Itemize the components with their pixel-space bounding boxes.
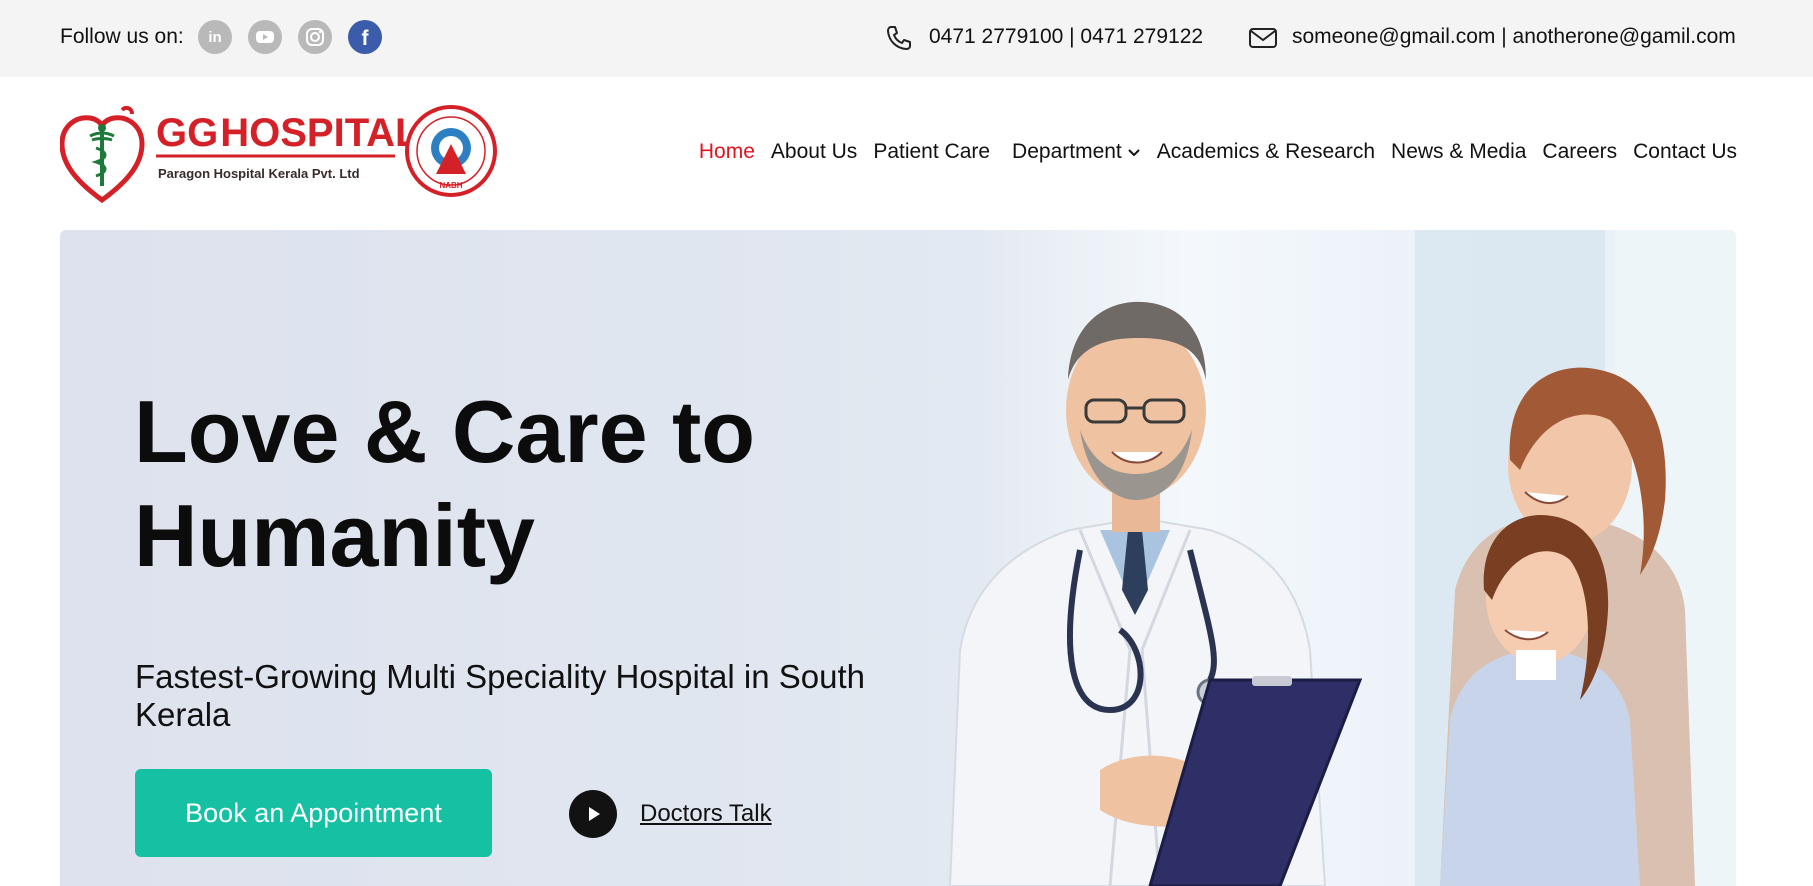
mail-icon bbox=[1248, 26, 1278, 55]
svg-text:in: in bbox=[208, 29, 221, 46]
nav-about-us[interactable]: About Us bbox=[771, 140, 857, 164]
hero-banner: Love & Care to Humanity Fastest-Growing … bbox=[60, 230, 1736, 886]
main-nav: Home About Us Patient Care Department Ac… bbox=[683, 140, 1737, 164]
chevron-down-icon bbox=[1127, 140, 1141, 164]
play-icon[interactable] bbox=[569, 790, 617, 838]
phone-numbers[interactable]: 0471 2779100 | 0471 279122 bbox=[929, 25, 1203, 49]
hospital-logo[interactable]: GGHOSPITAL Paragon Hospital Kerala Pvt. … bbox=[59, 104, 500, 204]
nav-news-media[interactable]: News & Media bbox=[1391, 140, 1526, 164]
nav-contact-us[interactable]: Contact Us bbox=[1633, 140, 1737, 164]
nav-home[interactable]: Home bbox=[699, 140, 755, 164]
book-appointment-button[interactable]: Book an Appointment bbox=[135, 769, 492, 857]
hero-title: Love & Care to Humanity bbox=[134, 382, 756, 585]
follow-us-label: Follow us on: bbox=[60, 25, 184, 48]
linkedin-icon[interactable]: in bbox=[198, 20, 232, 54]
doctors-talk-link[interactable]: Doctors Talk bbox=[640, 800, 772, 828]
nav-patient-care[interactable]: Patient Care bbox=[873, 140, 990, 164]
logo-title: GGHOSPITAL bbox=[156, 111, 420, 155]
instagram-icon[interactable] bbox=[298, 20, 332, 54]
youtube-icon[interactable] bbox=[248, 20, 282, 54]
logo-subtitle: Paragon Hospital Kerala Pvt. Ltd bbox=[158, 166, 360, 181]
nav-academics-research[interactable]: Academics & Research bbox=[1157, 140, 1375, 164]
svg-text:f: f bbox=[362, 27, 370, 48]
nav-department-label: Department bbox=[1012, 140, 1122, 163]
hero-subtitle: Fastest-Growing Multi Speciality Hospita… bbox=[135, 658, 865, 733]
svg-text:NABH: NABH bbox=[439, 181, 462, 190]
facebook-icon[interactable]: f bbox=[348, 20, 382, 54]
top-bar: Follow us on: in f 0471 2779100 | 0471 2… bbox=[0, 0, 1813, 77]
hero-image-doctor-family bbox=[948, 301, 1695, 886]
phone-icon bbox=[884, 24, 914, 57]
nav-department[interactable]: Department bbox=[1012, 140, 1141, 164]
email-addresses[interactable]: someone@gmail.com | anotherone@gamil.com bbox=[1292, 25, 1736, 49]
nav-careers[interactable]: Careers bbox=[1542, 140, 1617, 164]
